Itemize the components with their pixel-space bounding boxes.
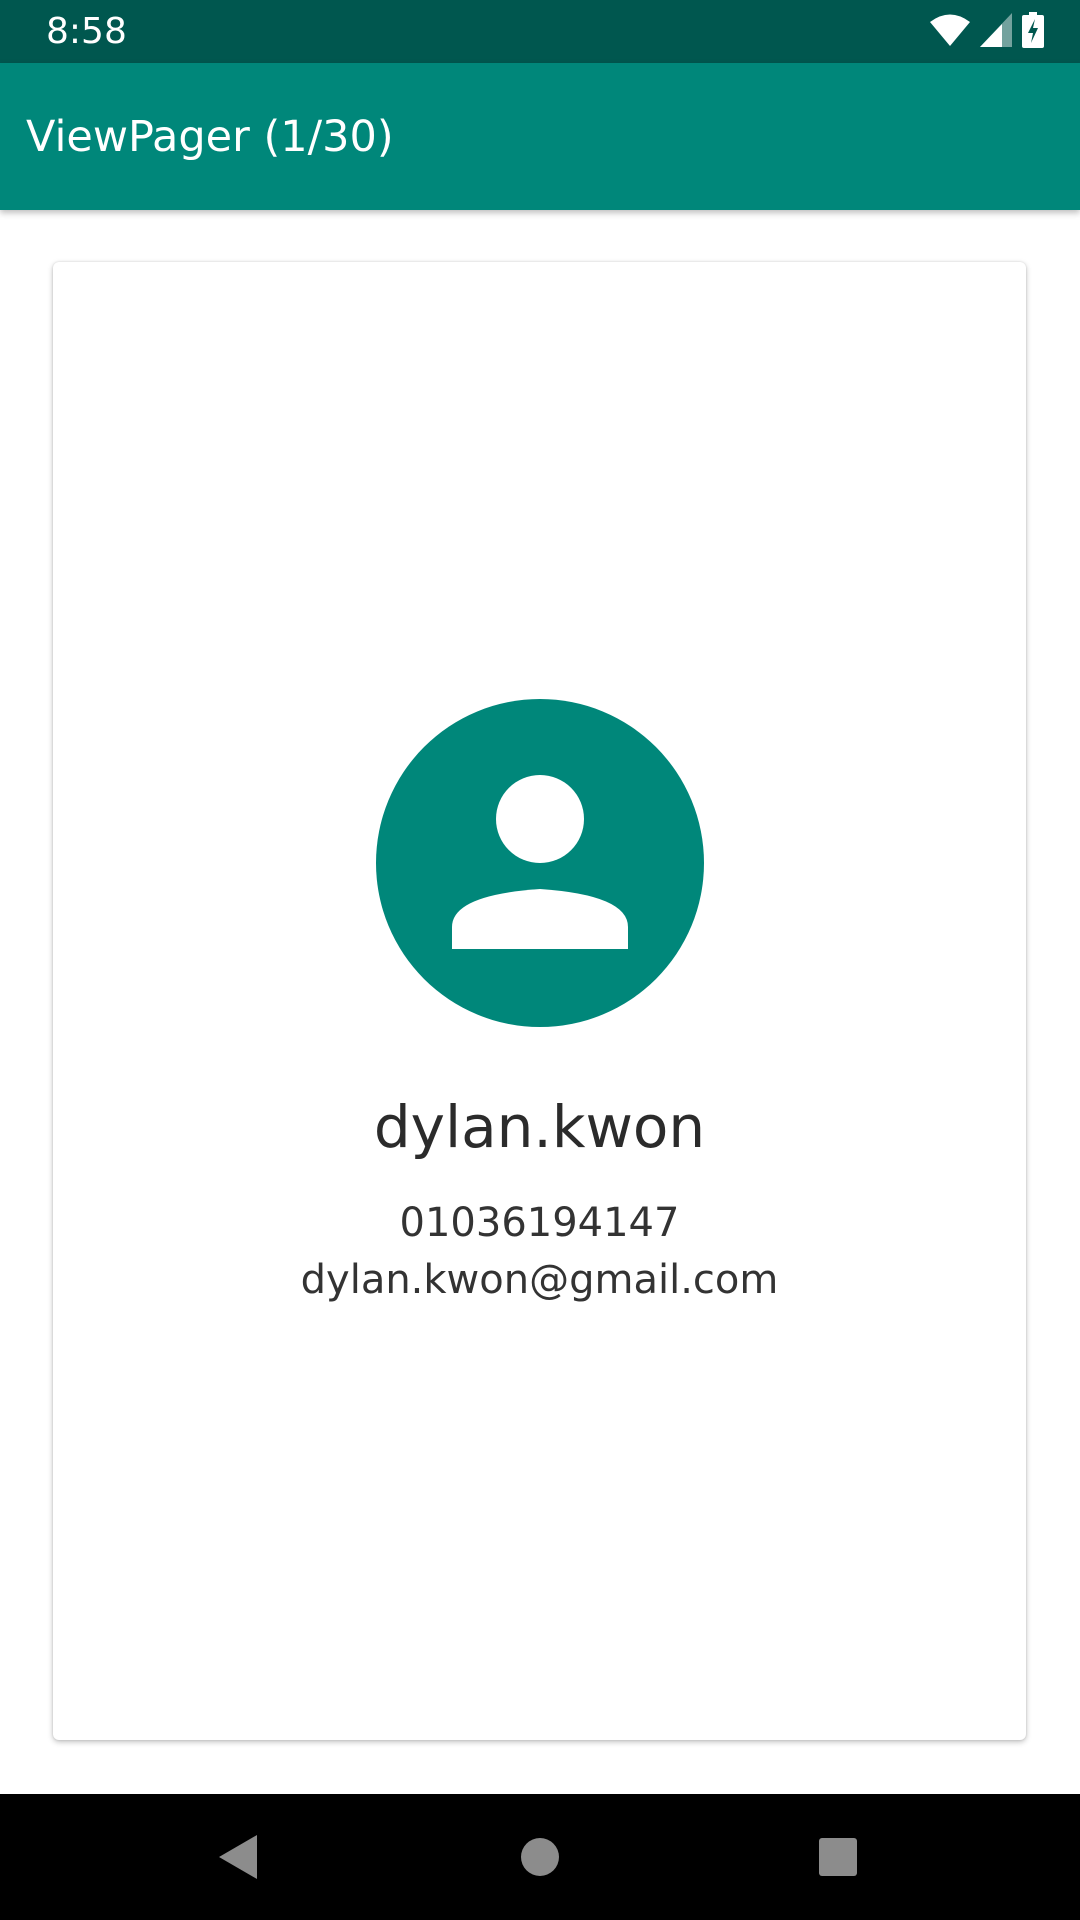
page-title: ViewPager (1/30): [26, 112, 394, 162]
account-circle-icon: [376, 699, 704, 1027]
recents-icon[interactable]: [803, 1822, 873, 1892]
contact-email: dylan.kwon@gmail.com: [300, 1257, 779, 1303]
contact-phone: 01036194147: [399, 1200, 680, 1246]
cell-signal-icon: [980, 13, 1012, 51]
status-time: 8:58: [46, 11, 127, 52]
app-bar: ViewPager (1/30): [0, 63, 1080, 210]
back-icon[interactable]: [204, 1822, 274, 1892]
home-icon[interactable]: [505, 1822, 575, 1892]
battery-charging-icon: [1022, 12, 1044, 52]
status-bar: 8:58: [0, 0, 1080, 63]
wifi-icon: [930, 13, 970, 51]
navigation-bar: [0, 1794, 1080, 1920]
contact-card[interactable]: dylan.kwon 01036194147 dylan.kwon@gmail.…: [53, 262, 1026, 1740]
contact-name: dylan.kwon: [373, 1093, 706, 1161]
status-icons: [930, 12, 1044, 52]
